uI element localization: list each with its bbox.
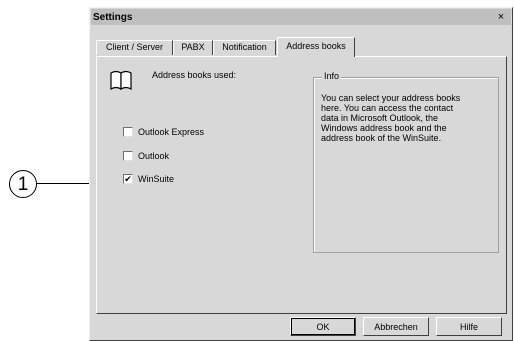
info-legend: Info xyxy=(322,71,342,81)
info-group-box: Info You can select your address books h… xyxy=(313,71,499,253)
tab-pabx[interactable]: PABX xyxy=(173,40,213,55)
checkbox-label: Outlook xyxy=(138,151,170,161)
checkbox-box[interactable]: ✔ xyxy=(123,174,133,184)
ok-button[interactable]: OK xyxy=(290,317,356,336)
tab-client-server[interactable]: Client / Server xyxy=(96,40,173,55)
checkbox-winsuite[interactable]: ✔ WinSuite xyxy=(123,174,174,184)
help-button[interactable]: Hilfe xyxy=(436,317,502,336)
settings-dialog: Settings × Client / Server PABX Notifica… xyxy=(89,7,513,341)
checkbox-outlook[interactable]: Outlook xyxy=(123,151,169,161)
title-bar[interactable]: Settings × xyxy=(91,9,511,25)
window-title: Settings xyxy=(93,11,133,23)
book-icon xyxy=(110,70,132,91)
checkbox-outlook-express[interactable]: Outlook Express xyxy=(123,127,204,137)
callout-line xyxy=(37,183,94,184)
address-books-used-label: Address books used: xyxy=(152,70,237,80)
checkbox-label: Outlook Express xyxy=(138,127,205,137)
cancel-button[interactable]: Abbrechen xyxy=(363,317,429,336)
checkbox-box[interactable] xyxy=(123,151,133,161)
checkbox-box[interactable] xyxy=(123,127,133,137)
checkbox-label: WinSuite xyxy=(138,174,175,184)
check-mark-icon: ✔ xyxy=(124,173,132,184)
callout-number: 1 xyxy=(9,170,37,198)
close-button[interactable]: × xyxy=(494,10,508,23)
tab-notification[interactable]: Notification xyxy=(213,40,276,55)
info-text: You can select your address books here. … xyxy=(321,93,461,143)
tab-address-books[interactable]: Address books xyxy=(277,37,355,57)
